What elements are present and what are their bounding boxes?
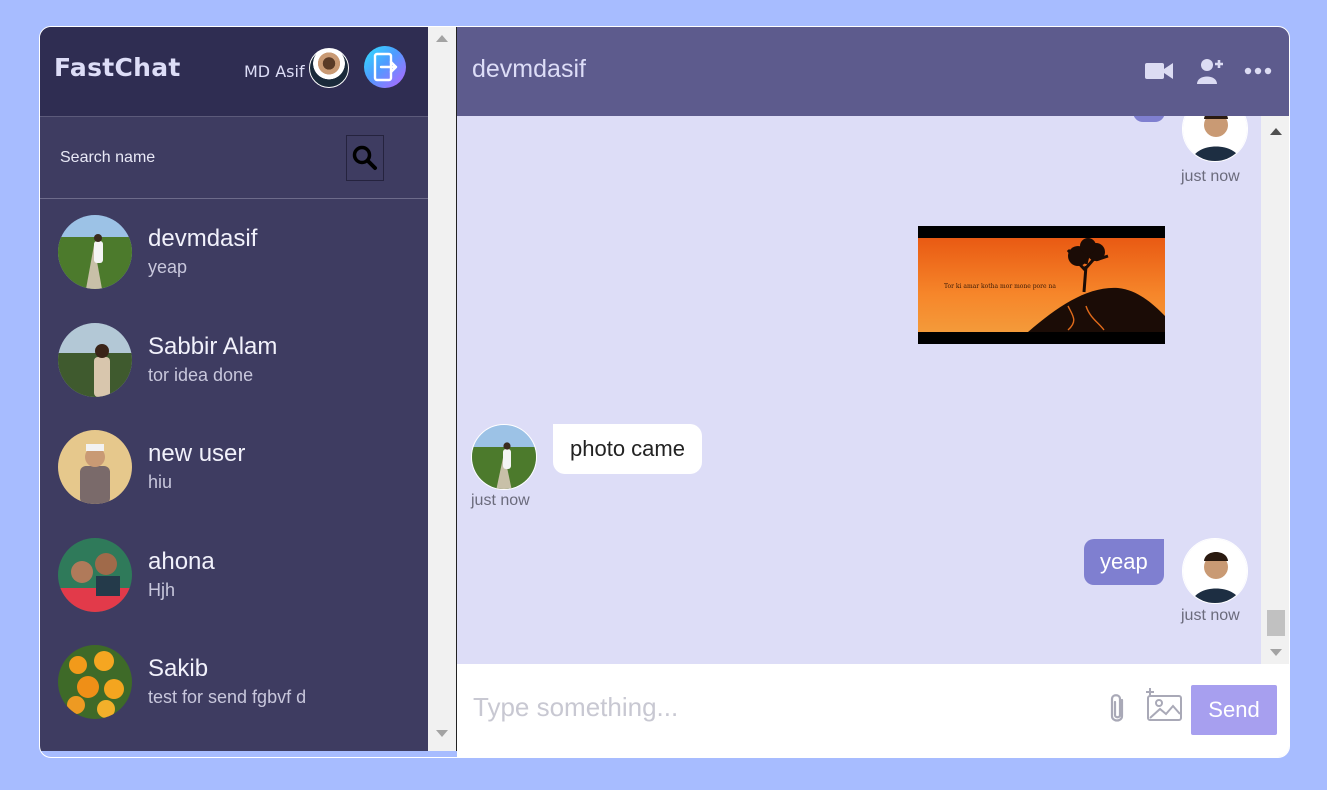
scroll-up-arrow-icon[interactable]: [1270, 128, 1282, 135]
sidebar-bottom-strip: [40, 751, 457, 757]
add-user-button[interactable]: [1197, 57, 1223, 85]
chat-panel: devmdasif just now Tor ki amar kotha mor…: [457, 27, 1289, 757]
chat-item-last-message: test for send fgbvf d: [148, 687, 307, 707]
avatar: [58, 645, 132, 719]
avatar: [58, 215, 132, 289]
chat-item-last-message: tor idea done: [148, 364, 254, 385]
chat-item-ahona[interactable]: ahona Hjh: [40, 522, 428, 630]
chat-item-last-message: yeap: [148, 257, 188, 277]
chat-list: devmdasif yeap Sabbir Alam tor idea done…: [40, 199, 428, 737]
paperclip-icon: [1110, 694, 1124, 722]
scroll-down-arrow-icon[interactable]: [436, 730, 448, 737]
chat-item-name: new user: [148, 440, 246, 467]
chat-item-sabbir-alam[interactable]: Sabbir Alam tor idea done: [40, 307, 428, 415]
messages-area: just now Tor ki amar kotha mor mone pore…: [457, 116, 1261, 664]
message-input-bar: Send: [457, 664, 1289, 757]
video-call-button[interactable]: [1145, 57, 1173, 85]
chat-item-sakib[interactable]: Sakib test for send fgbvf d: [40, 629, 428, 737]
message-bubble-other: photo came: [553, 424, 702, 474]
chat-title: devmdasif: [472, 55, 586, 83]
message-time: just now: [1181, 168, 1240, 185]
current-user-name: MD Asif: [244, 62, 305, 81]
scrollbar-thumb[interactable]: [1267, 610, 1285, 636]
chat-item-name: ahona: [148, 547, 215, 575]
avatar: [58, 537, 132, 612]
chat-item-last-message: hiu: [148, 472, 173, 492]
chat-item-name: Sakib: [148, 655, 209, 682]
message-bubble-owner: [1133, 116, 1165, 122]
message-image[interactable]: Tor ki amar kotha mor mone pore na: [918, 226, 1165, 344]
message-avatar: [1182, 116, 1248, 162]
send-button[interactable]: Send: [1191, 685, 1277, 735]
chat-item-name: devmdasif: [148, 225, 258, 252]
message-avatar: [1182, 538, 1248, 604]
video-camera-icon: [1145, 63, 1173, 79]
scroll-down-arrow-icon[interactable]: [1270, 649, 1282, 656]
search-bar: [40, 116, 428, 199]
chat-header: devmdasif: [457, 27, 1289, 116]
message-avatar: [471, 424, 537, 490]
message-time: just now: [471, 492, 530, 509]
search-icon: [352, 145, 377, 170]
message-input[interactable]: [473, 692, 1073, 723]
chat-item-last-message: Hjh: [148, 579, 176, 600]
chat-item-name: Sabbir Alam: [148, 332, 278, 360]
attach-file-button[interactable]: [1105, 692, 1129, 730]
add-image-button[interactable]: [1145, 688, 1183, 726]
sidebar-scrollbar[interactable]: [428, 27, 457, 751]
search-input[interactable]: [60, 149, 320, 167]
chat-app: FastChat MD Asif Search name devmdasif y…: [39, 26, 1290, 758]
image-caption: Tor ki amar kotha mor mone pore na: [944, 283, 1056, 290]
more-dots-icon: [1244, 67, 1272, 75]
chat-item-new-user[interactable]: new user hiu: [40, 414, 428, 522]
messages-scrollbar[interactable]: [1261, 116, 1289, 664]
avatar: [58, 430, 132, 504]
avatar: [58, 322, 132, 397]
scroll-up-arrow-icon[interactable]: [436, 35, 448, 42]
add-user-icon: [1197, 59, 1223, 84]
search-button[interactable]: [346, 135, 384, 181]
sidebar: FastChat MD Asif Search name devmdasif y…: [40, 27, 428, 751]
message-time: just now: [1181, 607, 1240, 624]
add-image-icon: [1146, 688, 1182, 721]
logout-button[interactable]: [364, 46, 406, 88]
app-logo: FastChat: [54, 53, 181, 82]
message-bubble-owner: yeap: [1084, 539, 1164, 585]
more-options-button[interactable]: [1244, 57, 1272, 85]
logout-icon: [373, 52, 398, 82]
sidebar-navbar: FastChat MD Asif: [40, 27, 428, 116]
current-user-avatar: [309, 48, 349, 88]
chat-item-devmdasif[interactable]: devmdasif yeap: [40, 199, 428, 307]
